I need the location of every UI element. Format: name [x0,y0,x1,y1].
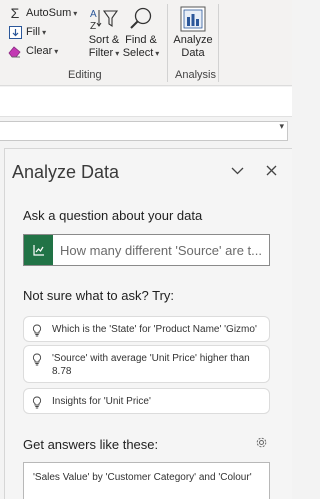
suggestion-text: Insights for 'Unit Price' [52,396,151,407]
autosum-label: AutoSum [26,7,72,19]
close-icon[interactable] [266,163,277,180]
clear-button[interactable]: Clear ▾ [8,44,58,58]
analyze-data-pane: Analyze Data Ask a question about your d… [4,148,292,499]
gear-icon[interactable] [255,436,268,454]
ask-placeholder: How many different 'Source' are t... [60,242,262,258]
analyze-data-label-2: Data [181,47,205,59]
sort-filter-icon: A Z [89,4,119,34]
lightbulb-icon [32,396,44,414]
svg-text:Z: Z [90,21,96,32]
chevron-down-icon: ▾ [73,8,78,18]
suggestion-text: Which is the 'State' for 'Product Name' … [52,324,257,335]
analyze-data-label-1: Analyze [173,34,213,46]
group-label-editing: Editing [68,69,102,81]
suggestion-item[interactable]: Which is the 'State' for 'Product Name' … [23,316,270,342]
chevron-down-icon[interactable]: ▾ [279,121,284,132]
ask-question-input[interactable]: How many different 'Source' are t... [23,234,270,266]
ribbon: Σ AutoSum ▾ Fill ▾ Clear ▾ A Z Sort & Fi… [0,0,292,86]
svg-text:A: A [90,9,97,20]
chart-line-icon [24,235,53,265]
group-label-analysis: Analysis [175,69,216,81]
sort-filter-button[interactable]: A Z Sort & Filter ▾ [86,4,122,60]
lightbulb-icon [32,324,44,342]
sort-filter-label-1: Sort & [88,34,120,46]
fill-button[interactable]: Fill ▾ [8,25,46,39]
chevron-down-icon[interactable] [231,163,244,180]
group-separator [167,4,168,82]
group-separator [218,4,219,82]
sort-filter-label-2: Filter ▾ [88,47,120,59]
lightbulb-icon [32,353,44,371]
chevron-down-icon: ▾ [54,46,59,56]
find-select-label-1: Find & [125,34,157,46]
ribbon-collapsed-area [0,87,292,117]
try-heading: Not sure what to ask? Try: [23,288,175,303]
pane-title: Analyze Data [12,162,120,182]
suggestion-item[interactable]: Insights for 'Unit Price' [23,388,270,414]
answer-card[interactable]: 'Sales Value' by 'Customer Category' and… [23,462,270,499]
answers-heading: Get answers like these: [23,437,159,452]
clear-label: Clear [26,45,53,57]
chevron-down-icon: ▾ [42,27,47,37]
suggestion-item[interactable]: 'Source' with average 'Unit Price' highe… [23,345,270,383]
fill-label: Fill [26,26,41,38]
formula-bar: ▾ [0,118,292,144]
formula-input[interactable] [0,121,288,141]
eraser-icon [8,44,22,58]
answer-card-text: 'Sales Value' by 'Customer Category' and… [33,472,252,483]
find-select-label-2: Select ▾ [122,47,160,59]
find-select-button[interactable]: Find & Select ▾ [122,4,160,60]
fill-down-icon [8,25,22,39]
sigma-icon: Σ [10,5,20,21]
analyze-data-button[interactable]: Analyze Data [172,4,214,60]
autosum-button[interactable]: Σ AutoSum ▾ [8,5,78,21]
magnifier-icon [128,4,154,34]
ask-heading: Ask a question about your data [23,208,203,223]
analyze-data-icon [179,4,207,34]
suggestion-text: 'Source' with average 'Unit Price' highe… [52,353,250,377]
